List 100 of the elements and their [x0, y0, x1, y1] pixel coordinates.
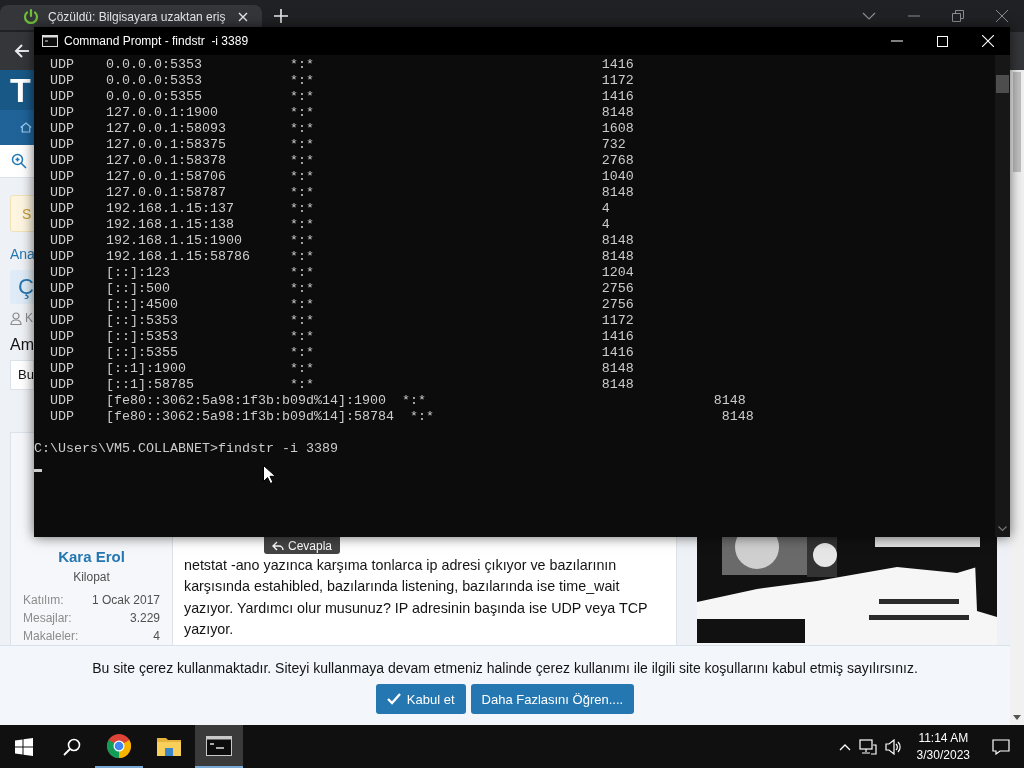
foreign-address-text: *:*: [289, 265, 314, 281]
cookie-button[interactable]: Kabul et: [375, 684, 466, 714]
text-field[interactable]: Bu: [10, 360, 34, 390]
foreign-address-text: *:*: [289, 233, 314, 249]
protocol-text: UDP: [50, 249, 75, 265]
author-name-link[interactable]: Kara Erol: [58, 547, 125, 567]
pid-text: 1172: [601, 73, 634, 89]
stat-label: Katılım:: [23, 592, 64, 609]
local-address-text: 192.168.1.15:138: [105, 217, 235, 233]
post-message: netstat -ano yazınca karşıma tonlarca ip adresi çıkıyor ve bazılarının karşısında estahibled, bazılarında listening, bazılarında ise time_wait yazıyor. Yardımcı olur musunuz? IP adresinin başında ise UDP veya TCP yazıyor.: [184, 556, 649, 639]
pid-text: 4: [601, 201, 610, 217]
terminal-icon: [206, 735, 232, 756]
pid-text: 8148: [601, 377, 634, 393]
protocol-text: UDP: [50, 137, 75, 153]
stat-value: 3.229: [129, 610, 160, 627]
notice-text: S: [22, 205, 32, 222]
chevron-down-icon[interactable]: [862, 12, 876, 20]
local-address-text: [::1]:1900: [105, 361, 187, 377]
caret-up-icon[interactable]: [838, 742, 851, 751]
foreign-address-text: *:*: [289, 377, 314, 393]
stat-value: 1 Ocak 2017: [91, 592, 160, 609]
protocol-text: UDP: [50, 105, 75, 121]
scrollbar[interactable]: [995, 55, 1010, 537]
chrome-icon: [106, 732, 132, 759]
stat-label: Mesajlar:: [23, 610, 72, 627]
pid-text: 1416: [601, 57, 634, 73]
section-heading: Am: [10, 335, 34, 355]
home-icon[interactable]: [20, 122, 32, 133]
foreign-address-text: *:*: [289, 169, 314, 185]
foreign-address-text: *:*: [289, 329, 314, 345]
protocol-text: UDP: [50, 345, 75, 361]
foreign-address-text: *:*: [289, 313, 314, 329]
tab-title: Çözüldü: Bilgisayara uzaktan eriş: [48, 10, 227, 24]
foreign-address-text: *:*: [409, 409, 434, 425]
user-title: Kilopat: [73, 569, 110, 586]
terminal-icon: [42, 35, 58, 47]
scroll-thumb[interactable]: [1013, 72, 1021, 172]
pid-text: 2756: [601, 281, 634, 297]
reply-icon: [272, 540, 284, 551]
protocol-text: UDP: [50, 169, 75, 185]
local-address-text: 0.0.0.0:5353: [105, 73, 203, 89]
protocol-text: UDP: [50, 361, 75, 377]
local-address-text: 127.0.0.1:58093: [105, 121, 227, 137]
pid-text: 8148: [601, 105, 634, 121]
scroll-down-icon[interactable]: [1013, 715, 1021, 720]
breadcrumb-link[interactable]: Ana: [10, 246, 35, 262]
folder-icon: [157, 735, 181, 756]
windows-start-icon[interactable]: [15, 737, 33, 756]
foreign-address-text: *:*: [289, 249, 314, 265]
taskbar-app[interactable]: [195, 725, 243, 768]
site-logo[interactable]: T: [10, 70, 31, 110]
local-address-text: [::1]:58785: [105, 377, 195, 393]
protocol-text: UDP: [50, 393, 75, 409]
maximize-icon[interactable]: [937, 35, 948, 47]
protocol-text: UDP: [50, 73, 75, 89]
clock-date[interactable]: 3/30/2023: [916, 746, 970, 764]
scrollbar[interactable]: [1010, 70, 1024, 725]
foreign-address-text: *:*: [289, 121, 314, 137]
local-address-text: [fe80::3062:5a98:1f3b:b09d%14]:1900: [105, 393, 386, 409]
foreign-address-text: *:*: [289, 73, 314, 89]
scroll-down-icon[interactable]: [998, 526, 1007, 532]
pid-text: 8148: [601, 249, 634, 265]
zoom-icon[interactable]: [11, 153, 27, 169]
foreign-address-text: *:*: [289, 57, 314, 73]
volume-icon[interactable]: [884, 738, 903, 755]
clock-time[interactable]: 11:14 AM: [918, 729, 969, 747]
back-arrow-icon[interactable]: [14, 43, 30, 59]
local-address-text: 0.0.0.0:5353: [105, 57, 203, 73]
local-address-text: 192.168.1.15:137: [105, 201, 235, 217]
notification-icon[interactable]: [992, 738, 1010, 755]
local-address-text: 127.0.0.1:58378: [105, 153, 227, 169]
new-tab-icon[interactable]: [274, 9, 288, 23]
network-icon[interactable]: [858, 738, 877, 755]
browser-tab[interactable]: Çözüldü: Bilgisayara uzaktan eriş: [0, 4, 262, 30]
protocol-text: UDP: [50, 281, 75, 297]
protocol-text: UDP: [50, 409, 75, 425]
protocol-text: UDP: [50, 329, 75, 345]
pid-text: 1416: [601, 345, 634, 361]
foreign-address-text: *:*: [289, 185, 314, 201]
search-icon[interactable]: [63, 737, 81, 756]
local-address-text: [::]:500: [105, 281, 171, 297]
local-address-text: 192.168.1.15:1900: [105, 233, 243, 249]
cookie-button[interactable]: Daha Fazlasını Öğren....: [470, 684, 635, 714]
foreign-address-text: *:*: [289, 217, 314, 233]
pid-text: 4: [601, 217, 610, 233]
restore-icon[interactable]: [952, 10, 964, 22]
protocol-text: UDP: [50, 201, 75, 217]
pid-text: 1416: [601, 329, 634, 345]
pid-text: 1204: [601, 265, 634, 281]
local-address-text: 127.0.0.1:1900: [105, 105, 219, 121]
local-address-text: 127.0.0.1:58375: [105, 137, 227, 153]
protocol-text: UDP: [50, 57, 75, 73]
local-address-text: [::]:5353: [105, 329, 179, 345]
power-icon: [22, 8, 40, 26]
local-address-text: [fe80::3062:5a98:1f3b:b09d%14]:58784: [105, 409, 394, 425]
user-icon: [10, 311, 22, 325]
local-address-text: 127.0.0.1:58706: [105, 169, 227, 185]
pid-text: 8148: [601, 233, 634, 249]
scroll-thumb[interactable]: [996, 75, 1009, 93]
local-address-text: [::]:5355: [105, 345, 179, 361]
